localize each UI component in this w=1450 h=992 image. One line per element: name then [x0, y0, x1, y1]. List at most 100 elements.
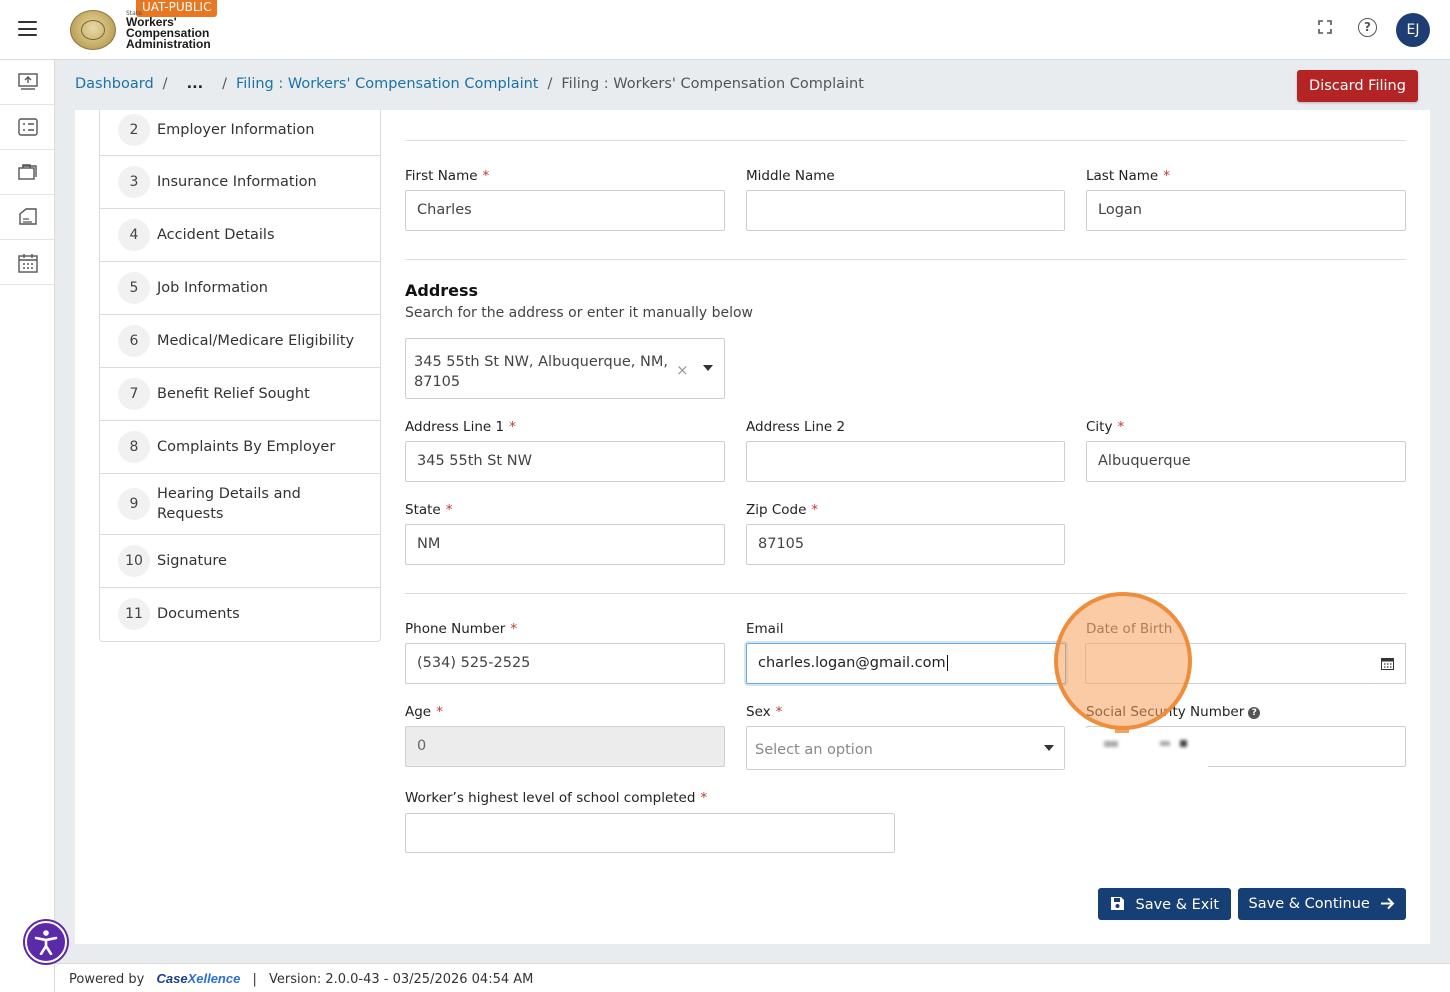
fullscreen-icon[interactable]: [1314, 18, 1336, 40]
footer-separator: |: [252, 972, 257, 987]
phone-number-label: Phone Number *: [405, 621, 518, 637]
save-exit-button[interactable]: Save & Exit: [1098, 888, 1231, 920]
email-label: Email: [746, 621, 784, 637]
address-section-subtitle: Search for the address or enter it manua…: [405, 305, 753, 321]
arrow-right-icon: [1381, 897, 1395, 910]
help-button[interactable]: ?: [1358, 18, 1380, 40]
state-input[interactable]: NM: [405, 524, 725, 565]
help-icon: ?: [1358, 18, 1377, 37]
step-item[interactable]: 2 Employer Information: [100, 110, 380, 156]
left-rail: [0, 60, 55, 992]
calendar-icon[interactable]: [0, 240, 54, 285]
breadcrumb-current: Filing : Workers' Compensation Complaint: [561, 76, 864, 92]
accessibility-button[interactable]: [25, 921, 67, 963]
step-label: Accident Details: [157, 227, 275, 243]
first-name-input[interactable]: Charles: [405, 190, 725, 231]
accessibility-icon: [34, 930, 58, 955]
step-item[interactable]: 3 Insurance Information: [100, 156, 380, 209]
save-icon: [1110, 896, 1124, 910]
state-label: State *: [405, 502, 453, 518]
chevron-down-icon: [1044, 745, 1054, 751]
org-name-line3: Administration: [126, 37, 211, 51]
middle-name-label: Middle Name: [746, 168, 835, 184]
step-item[interactable]: 4 Accident Details: [100, 209, 380, 262]
step-number: 9: [118, 488, 150, 520]
step-label: Hearing Details and Requests: [157, 486, 301, 522]
address-search-select[interactable]: 345 55th St NW, Albuquerque, NM, 87105 ×: [405, 338, 725, 399]
step-number: 4: [118, 219, 150, 251]
steps-list: 2 Employer Information 3 Insurance Infor…: [99, 110, 381, 642]
section-divider: [405, 259, 1406, 260]
clear-icon[interactable]: ×: [676, 361, 689, 379]
user-avatar[interactable]: EJ: [1396, 13, 1430, 47]
step-label: Documents: [157, 606, 240, 622]
email-input[interactable]: charles.logan@gmail.com: [746, 643, 1066, 684]
menu-icon[interactable]: [18, 21, 37, 36]
step-item[interactable]: 7 Benefit Relief Sought: [100, 368, 380, 421]
step-label: Employer Information: [157, 122, 315, 138]
breadcrumb-separator: /: [547, 76, 553, 92]
zip-code-label: Zip Code *: [746, 502, 819, 518]
first-name-label: First Name *: [405, 168, 490, 184]
last-name-label: Last Name *: [1086, 168, 1170, 184]
step-item[interactable]: 5 Job Information: [100, 262, 380, 315]
phone-number-input[interactable]: (534) 525-2525: [405, 643, 725, 684]
address-section-title: Address: [405, 281, 479, 300]
top-bar: UAT-PUBLIC State Workers' Compensation A…: [0, 0, 1450, 60]
step-number: 2: [118, 114, 150, 146]
section-divider: [405, 593, 1406, 594]
breadcrumb-dashboard[interactable]: Dashboard: [75, 76, 154, 92]
step-item[interactable]: 8 Complaints By Employer: [100, 421, 380, 474]
address-line2-label: Address Line 2: [746, 419, 846, 435]
state-seal-logo: [70, 10, 116, 50]
date-of-birth-input[interactable]: [1085, 643, 1371, 684]
address-line1-input[interactable]: 345 55th St NW: [405, 441, 725, 482]
address-line1-label: Address Line 1 *: [405, 419, 516, 435]
middle-name-input[interactable]: [746, 190, 1065, 231]
step-number: 8: [118, 431, 150, 463]
step-number: 7: [118, 378, 150, 410]
breadcrumb-separator: /: [222, 76, 227, 92]
step-number: 3: [118, 166, 150, 198]
step-item[interactable]: 9 Hearing Details and Requests: [100, 474, 380, 535]
discard-filing-button[interactable]: Discard Filing: [1297, 70, 1418, 102]
breadcrumb-separator: /: [162, 76, 168, 92]
ssn-label: Social Security Number?: [1086, 704, 1261, 720]
ssn-redaction: [1082, 728, 1208, 768]
zip-code-input[interactable]: 87105: [746, 524, 1065, 565]
step-item[interactable]: 11 Documents: [100, 588, 380, 641]
school-level-input[interactable]: [405, 813, 895, 853]
date-picker-button[interactable]: [1370, 643, 1406, 684]
sex-label: Sex *: [746, 704, 783, 720]
breadcrumb: Dashboard /... / Filing : Workers' Compensa…: [75, 76, 864, 92]
step-number: 11: [118, 598, 150, 630]
step-label: Job Information: [157, 280, 268, 296]
sex-select-placeholder: Select an option: [755, 742, 873, 758]
age-label: Age *: [405, 704, 443, 720]
powered-by-label: Powered by: [69, 972, 145, 987]
save-continue-button[interactable]: Save & Continue: [1238, 888, 1406, 920]
step-label: Signature: [157, 553, 227, 569]
step-item[interactable]: 6 Medical/Medicare Eligibility: [100, 315, 380, 368]
info-icon[interactable]: ?: [1248, 707, 1261, 719]
briefcase-icon[interactable]: [0, 150, 54, 195]
breadcrumb-filing-link[interactable]: Filing : Workers' Compensation Complaint: [236, 76, 539, 92]
sex-select[interactable]: Select an option: [746, 726, 1065, 770]
org-name: Workers' Compensation Administration: [126, 16, 211, 51]
section-divider: [405, 140, 1406, 141]
age-input: 0: [405, 726, 725, 767]
last-name-input[interactable]: Logan: [1086, 190, 1406, 231]
chevron-down-icon[interactable]: [703, 365, 713, 371]
document-icon[interactable]: [0, 195, 54, 240]
city-label: City *: [1086, 419, 1125, 435]
address-line2-input[interactable]: [746, 441, 1065, 482]
step-number: 6: [118, 325, 150, 357]
step-item[interactable]: 10 Signature: [100, 535, 380, 588]
breadcrumb-ellipsis[interactable]: ...: [187, 76, 204, 92]
upload-icon[interactable]: [0, 60, 54, 105]
checklist-icon[interactable]: [0, 105, 54, 150]
click-highlight-stem: [1115, 726, 1129, 733]
city-input[interactable]: Albuquerque: [1086, 441, 1406, 482]
step-label: Complaints By Employer: [157, 439, 336, 455]
school-level-label: Worker’s highest level of school complet…: [405, 790, 708, 806]
